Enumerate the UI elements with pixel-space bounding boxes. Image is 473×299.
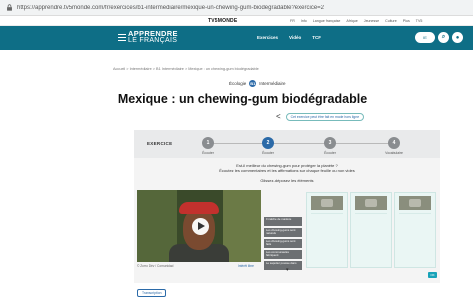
column-thumbnail: [311, 196, 343, 210]
top-link[interactable]: Afrique: [346, 19, 357, 23]
column-thumbnail: [399, 196, 431, 210]
level-name: Intermédiaire: [259, 81, 286, 86]
step-1-label: Écouter: [202, 151, 214, 155]
play-icon[interactable]: [198, 222, 205, 230]
partner-top-strip: TV5MONDE FR Info Langue française Afriqu…: [0, 16, 473, 26]
tv5monde-brand[interactable]: TV5MONDE: [208, 18, 237, 24]
level-indicator: Écologie B1 Intermédiaire: [229, 80, 286, 87]
draggable-items: Il mâche de manière Les chewing-gums son…: [264, 217, 302, 272]
toggle-button[interactable]: IE: [415, 32, 435, 43]
drop-zone-2[interactable]: [350, 192, 392, 268]
page-title: Mexique : un chewing-gum biodégradable: [117, 92, 368, 106]
browser-address-bar[interactable]: https://apprendre.tv5monde.com/fr/exerci…: [0, 0, 473, 16]
drop-columns: [306, 192, 436, 268]
top-link[interactable]: Culture: [385, 19, 397, 23]
logo-line-1: APPRENDRE: [128, 29, 178, 38]
top-links: FR Info Langue française Afrique Jeuness…: [290, 19, 422, 23]
share-icon[interactable]: <: [276, 112, 281, 121]
draggable-item[interactable]: Les chewing-gums sont faits: [264, 239, 302, 248]
share-row: < Cet exercice peut être fait en mode ho…: [276, 112, 365, 121]
drop-area[interactable]: [355, 213, 387, 264]
site-logo[interactable]: APPRENDRE LE FRANÇAIS: [128, 30, 178, 44]
video-link[interactable]: Intérêt libre: [238, 264, 254, 268]
drop-zone-3[interactable]: [394, 192, 436, 268]
search-icon[interactable]: ⌕: [438, 32, 449, 43]
draggable-item[interactable]: Les communautés fabriquent: [264, 250, 302, 259]
top-link[interactable]: Plus: [403, 19, 410, 23]
draggable-item[interactable]: Le sapotier pousse dans: [264, 261, 302, 270]
hamburger-menu-icon[interactable]: [118, 34, 126, 41]
drop-area[interactable]: [311, 213, 343, 264]
top-link[interactable]: Info: [301, 19, 307, 23]
user-icon[interactable]: ●: [452, 32, 463, 43]
nav-exercices[interactable]: Exercices: [257, 35, 278, 40]
breadcrumb[interactable]: Accueil > Intermédiaire > B1 Intermédiai…: [113, 67, 259, 71]
column-thumbnail: [355, 196, 387, 210]
validate-button[interactable]: OK: [428, 272, 437, 278]
step-3[interactable]: 3: [324, 137, 336, 149]
nav-tcf[interactable]: TCF: [312, 35, 321, 40]
top-link[interactable]: FR: [290, 19, 295, 23]
logo-line-2: LE FRANÇAIS: [128, 37, 178, 44]
step-3-label: Écouter: [324, 151, 336, 155]
video-person-cap: [179, 202, 219, 214]
drop-area[interactable]: [399, 213, 431, 264]
offline-notice[interactable]: Cet exercice peut être fait en mode hors…: [285, 112, 365, 121]
exercise-label: EXERCICE: [147, 141, 173, 146]
transcript-button[interactable]: Transcription: [137, 289, 167, 297]
step-1[interactable]: 1: [202, 137, 214, 149]
step-4-label: Vocabulaire: [385, 151, 403, 155]
nav-video[interactable]: Vidéo: [289, 35, 301, 40]
drop-zone-1[interactable]: [306, 192, 348, 268]
main-nav: Exercices Vidéo TCF: [257, 35, 321, 40]
step-4[interactable]: 4: [388, 137, 400, 149]
header-actions: IE ⌕ ●: [415, 32, 463, 43]
theme-label: Écologie: [229, 81, 247, 86]
level-badge: B1: [249, 80, 257, 87]
url-text[interactable]: https://apprendre.tv5monde.com/fr/exerci…: [17, 5, 324, 11]
step-2[interactable]: 2: [262, 137, 274, 149]
top-link[interactable]: Jeunesse: [364, 19, 379, 23]
top-link[interactable]: TV5: [416, 19, 423, 23]
video-player[interactable]: [137, 190, 261, 262]
lock-icon: [7, 4, 12, 11]
top-link[interactable]: Langue française: [313, 19, 341, 23]
exercise-panel: EXERCICE 1 2 3 4 Écouter Écouter Écouter…: [134, 130, 440, 283]
site-header: APPRENDRE LE FRANÇAIS Exercices Vidéo TC…: [0, 26, 473, 50]
video-caption: © Zorro Dév / Comunidad: [137, 264, 174, 268]
draggable-item[interactable]: Les chewing-gums sont naturels: [264, 228, 302, 237]
instruction-text: Écoutez les commentaires et les affirmat…: [219, 168, 355, 173]
step-2-label: Écouter: [262, 151, 274, 155]
chevron-down-icon[interactable]: ▾: [286, 267, 289, 273]
steps-line: [208, 143, 396, 144]
instruction-drag: Glissez-déposez les éléments: [260, 178, 314, 183]
draggable-item[interactable]: Il mâche de manière: [264, 217, 302, 226]
exercise-steps: EXERCICE 1 2 3 4 Écouter Écouter Écouter…: [134, 130, 440, 158]
